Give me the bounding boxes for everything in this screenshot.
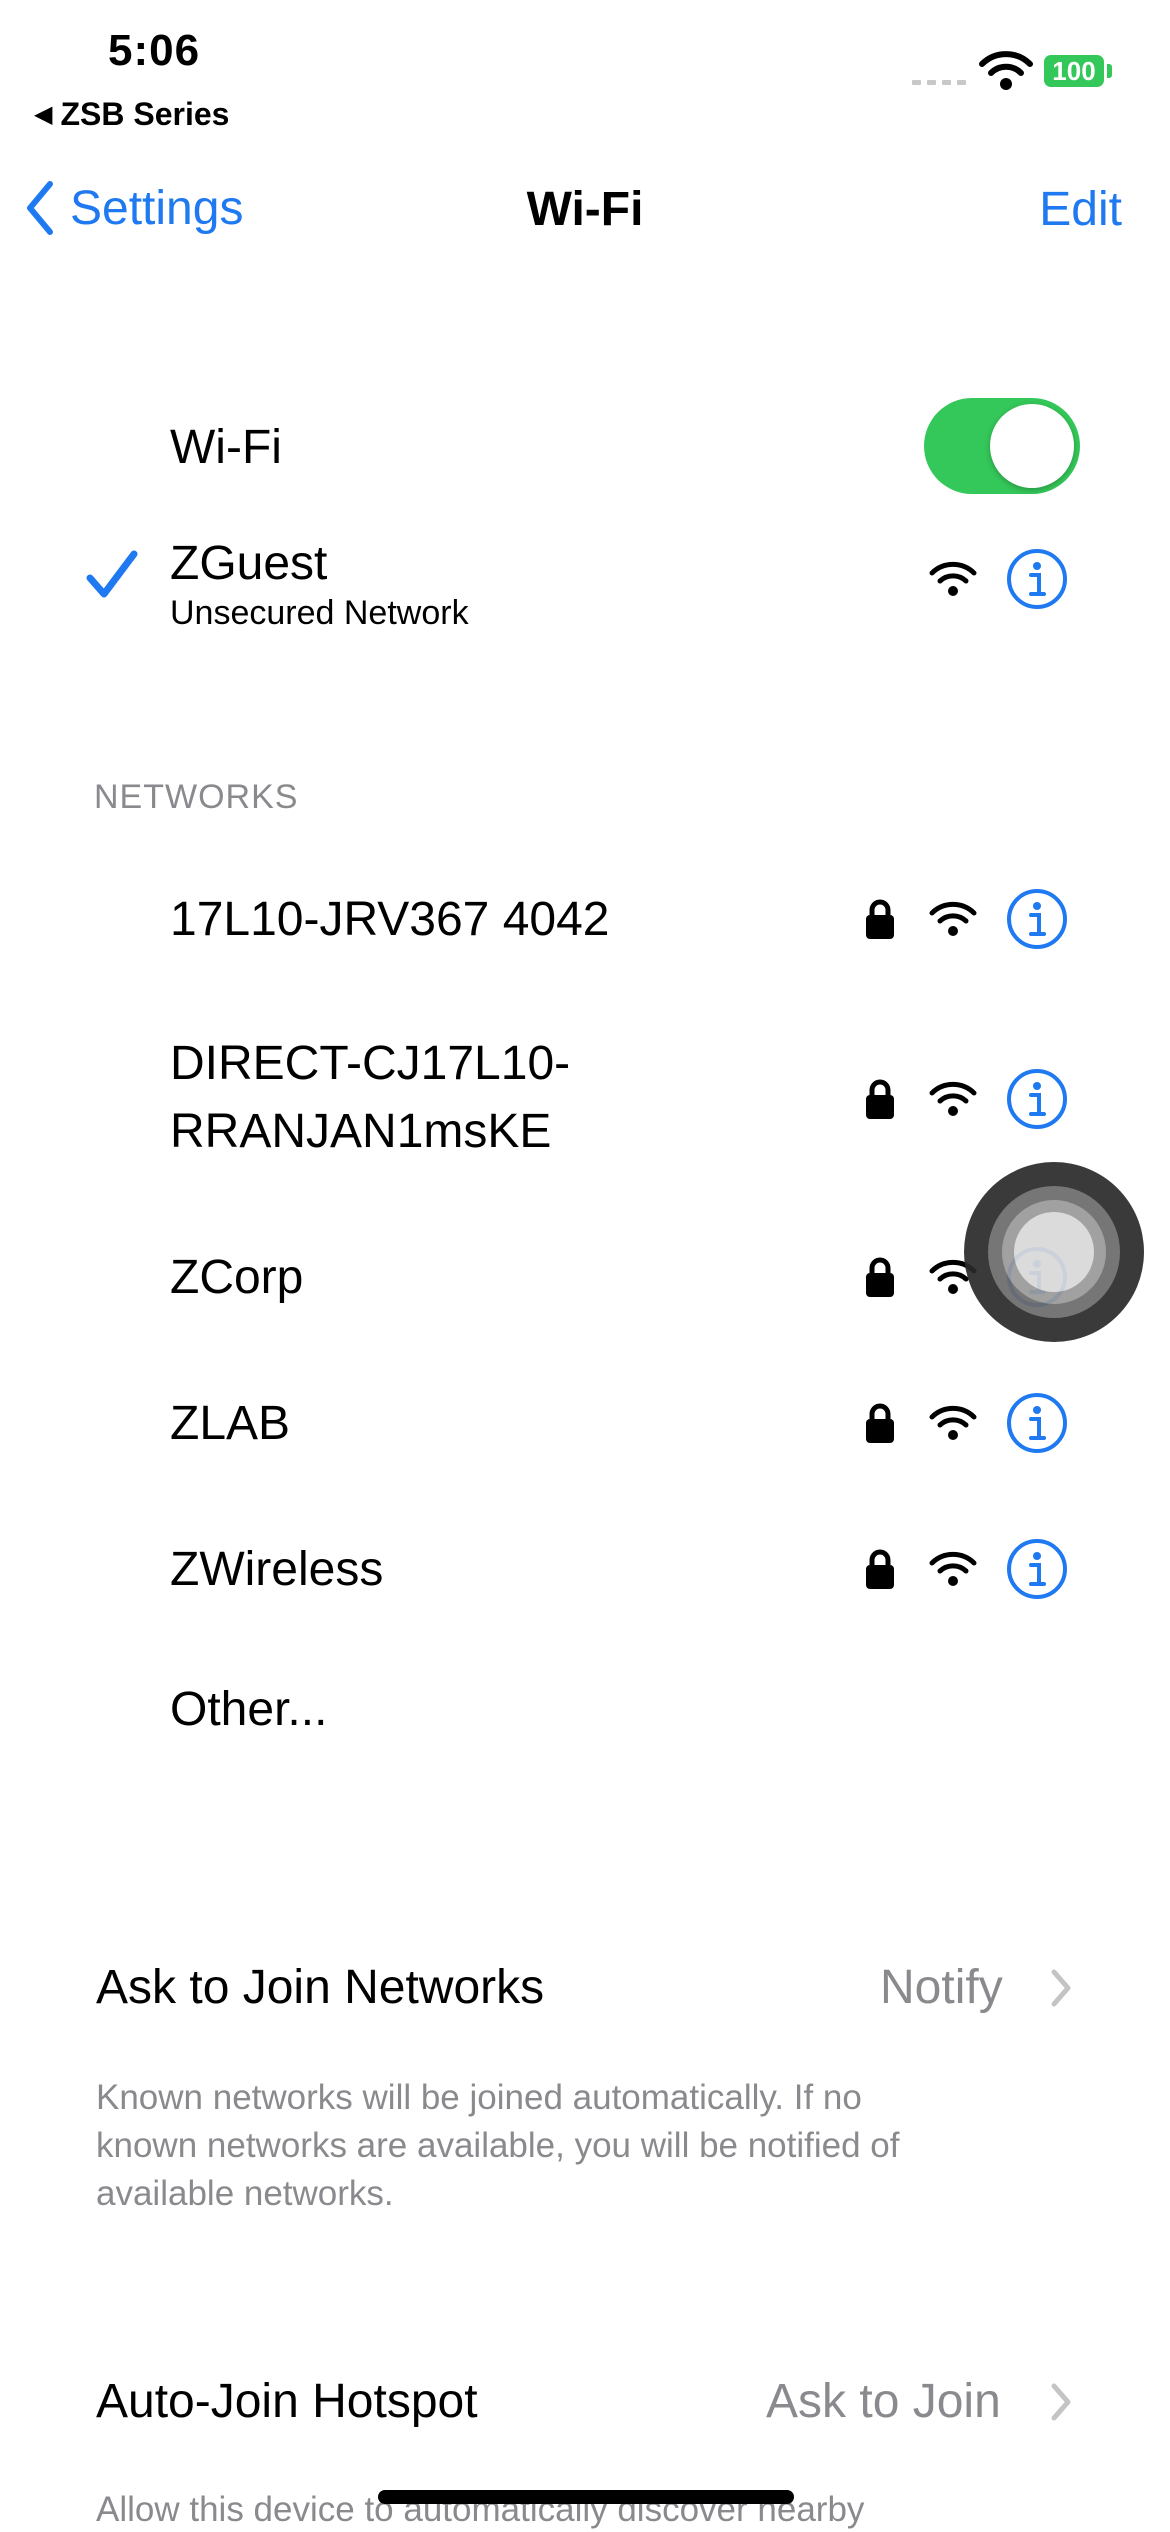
- info-icon[interactable]: [1006, 1538, 1068, 1600]
- back-triangle-icon: ◀: [34, 101, 53, 128]
- info-icon[interactable]: [1006, 888, 1068, 950]
- home-indicator[interactable]: [378, 2490, 794, 2504]
- lock-icon: [866, 1257, 894, 1297]
- chevron-right-icon: [1051, 1969, 1071, 2007]
- other-network-row[interactable]: Other...: [170, 1682, 327, 1737]
- wifi-strength-icon: [929, 901, 977, 936]
- ask-to-join-footer-line1: Known networks will be joined automatica…: [96, 2078, 862, 2117]
- edit-button[interactable]: Edit: [1039, 182, 1122, 237]
- ask-to-join-label[interactable]: Ask to Join Networks: [96, 1960, 544, 2015]
- lock-icon: [866, 1079, 894, 1119]
- ask-to-join-value[interactable]: Notify: [880, 1960, 1003, 2015]
- network-name[interactable]: 17L10-JRV367 4042: [170, 892, 609, 947]
- status-time: 5:06: [108, 26, 201, 75]
- wifi-settings-screen: 5:06 ◀ ZSB Series 100 Settings Wi-Fi Edit…: [0, 0, 1170, 2532]
- wifi-strength-icon: [929, 1405, 977, 1440]
- auto-join-value[interactable]: Ask to Join: [766, 2374, 1001, 2429]
- lock-icon: [866, 1403, 894, 1443]
- network-name-line2[interactable]: RRANJAN1msKE: [170, 1104, 551, 1159]
- cellular-signal-icon: [912, 80, 966, 85]
- wifi-strength-icon: [929, 1081, 977, 1116]
- network-name[interactable]: DIRECT-CJ17L10-: [170, 1036, 570, 1091]
- info-icon[interactable]: [1006, 1392, 1068, 1454]
- info-icon[interactable]: [1006, 548, 1068, 610]
- connected-network-subtitle: Unsecured Network: [170, 594, 469, 632]
- back-app-label: ZSB Series: [60, 96, 230, 132]
- back-to-app-link[interactable]: ◀ ZSB Series: [34, 96, 229, 133]
- battery-icon: 100: [1044, 55, 1104, 87]
- wifi-strength-icon: [929, 561, 977, 596]
- toggle-knob: [990, 404, 1074, 488]
- network-name[interactable]: ZWireless: [170, 1542, 383, 1597]
- battery-cap: [1107, 64, 1112, 78]
- connected-network-name[interactable]: ZGuest: [170, 536, 327, 591]
- ask-to-join-footer: Known networks will be joined automatica…: [96, 2074, 1076, 2218]
- ask-to-join-footer-line3: available networks.: [96, 2174, 394, 2213]
- info-icon[interactable]: [1006, 1068, 1068, 1130]
- ask-to-join-footer-line2: known networks are available, you will b…: [96, 2126, 900, 2165]
- checkmark-icon: [84, 548, 140, 609]
- wifi-toggle-label: Wi-Fi: [170, 421, 282, 474]
- assistive-touch-button[interactable]: [964, 1162, 1144, 1342]
- wifi-status-icon: [978, 50, 1034, 97]
- auto-join-label[interactable]: Auto-Join Hotspot: [96, 2374, 478, 2429]
- lock-icon: [866, 899, 894, 939]
- wifi-strength-icon: [929, 1551, 977, 1586]
- page-title: Wi-Fi: [526, 183, 644, 236]
- networks-section-header: NETWORKS: [94, 778, 299, 816]
- network-name[interactable]: ZCorp: [170, 1250, 303, 1305]
- wifi-toggle-switch[interactable]: [924, 398, 1080, 494]
- chevron-right-icon: [1051, 2383, 1071, 2421]
- network-name[interactable]: ZLAB: [170, 1396, 290, 1451]
- lock-icon: [866, 1549, 894, 1589]
